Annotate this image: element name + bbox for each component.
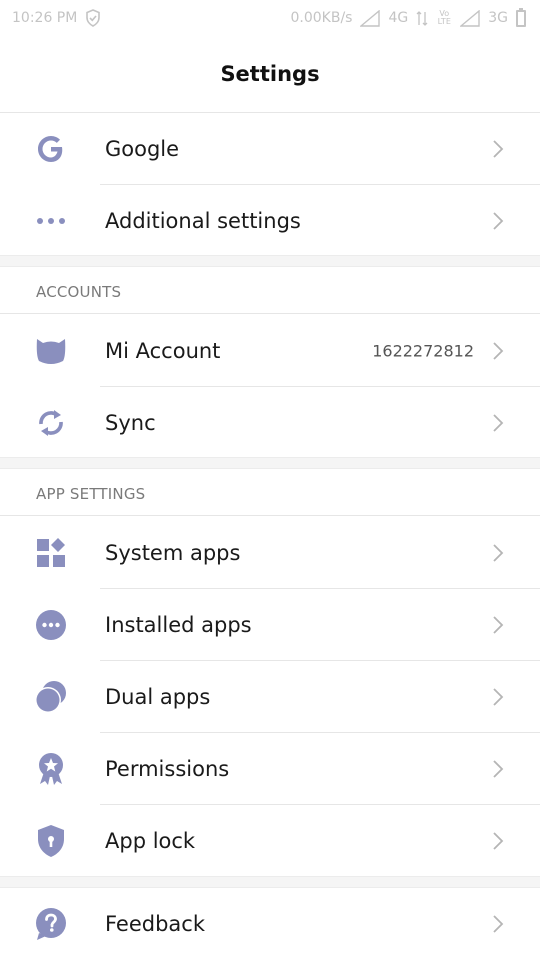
settings-item-label: Sync (105, 411, 156, 435)
section-title: ACCOUNTS (36, 283, 122, 301)
settings-item-label: Permissions (105, 757, 230, 781)
settings-item-label: Additional settings (105, 209, 301, 233)
settings-item-installed-apps[interactable]: Installed apps (0, 589, 540, 661)
section-gap (0, 876, 540, 888)
settings-item-additional-settings[interactable]: Additional settings (0, 185, 540, 257)
mi-account-icon (34, 334, 68, 368)
chevron-right-icon (493, 212, 504, 230)
dual-apps-icon (34, 680, 68, 714)
battery-icon (516, 7, 526, 27)
status-time: 10:26 PM (12, 10, 78, 26)
signal-icon (360, 9, 381, 27)
chevron-right-icon (493, 915, 504, 933)
section-header-accounts: ACCOUNTS (0, 267, 540, 314)
chevron-right-icon (493, 140, 504, 158)
shield-check-icon (86, 9, 101, 27)
chevron-right-icon (493, 544, 504, 562)
settings-item-label: Google (105, 137, 180, 161)
settings-item-feedback[interactable]: Feedback (0, 888, 540, 960)
settings-item-dual-apps[interactable]: Dual apps (0, 661, 540, 733)
volte-badge: Vo LTE (437, 9, 451, 26)
signal-icon-2 (460, 9, 480, 27)
network-type-2: 3G (488, 10, 508, 26)
section-gap (0, 255, 540, 267)
settings-item-label: App lock (105, 829, 196, 853)
data-arrows-icon (416, 10, 428, 26)
chevron-right-icon (493, 414, 504, 432)
settings-item-label: Mi Account (105, 339, 221, 363)
section-title: APP SETTINGS (36, 485, 146, 503)
app-lock-icon (34, 824, 68, 858)
more-dots-icon (34, 204, 68, 238)
settings-item-system-apps[interactable]: System apps (0, 517, 540, 589)
chevron-right-icon (493, 832, 504, 850)
network-type-1: 4G (388, 10, 409, 26)
feedback-icon (34, 907, 68, 941)
settings-item-label: Feedback (105, 912, 206, 936)
chevron-right-icon (493, 688, 504, 706)
status-bar: 10:26 PM 0.00KB/s 4G Vo LTE 3G (0, 0, 540, 36)
chevron-right-icon (493, 760, 504, 778)
google-icon (34, 132, 68, 166)
settings-item-mi-account[interactable]: Mi Account 1622272812 (0, 315, 540, 387)
installed-apps-icon (34, 608, 68, 642)
permissions-icon (34, 752, 68, 786)
settings-item-permissions[interactable]: Permissions (0, 733, 540, 805)
sync-icon (34, 406, 68, 440)
settings-item-google[interactable]: Google (0, 113, 540, 185)
section-header-app-settings: APP SETTINGS (0, 469, 540, 516)
settings-item-app-lock[interactable]: App lock (0, 805, 540, 877)
net-speed: 0.00KB/s (290, 10, 353, 26)
settings-item-label: System apps (105, 541, 241, 565)
settings-item-sync[interactable]: Sync (0, 387, 540, 459)
system-apps-icon (34, 536, 68, 570)
account-id: 1622272812 (372, 341, 474, 361)
settings-item-label: Dual apps (105, 685, 211, 709)
chevron-right-icon (493, 342, 504, 360)
chevron-right-icon (493, 616, 504, 634)
section-gap (0, 457, 540, 469)
page-title: Settings (220, 62, 320, 86)
title-bar: Settings (0, 36, 540, 113)
settings-item-label: Installed apps (105, 613, 252, 637)
